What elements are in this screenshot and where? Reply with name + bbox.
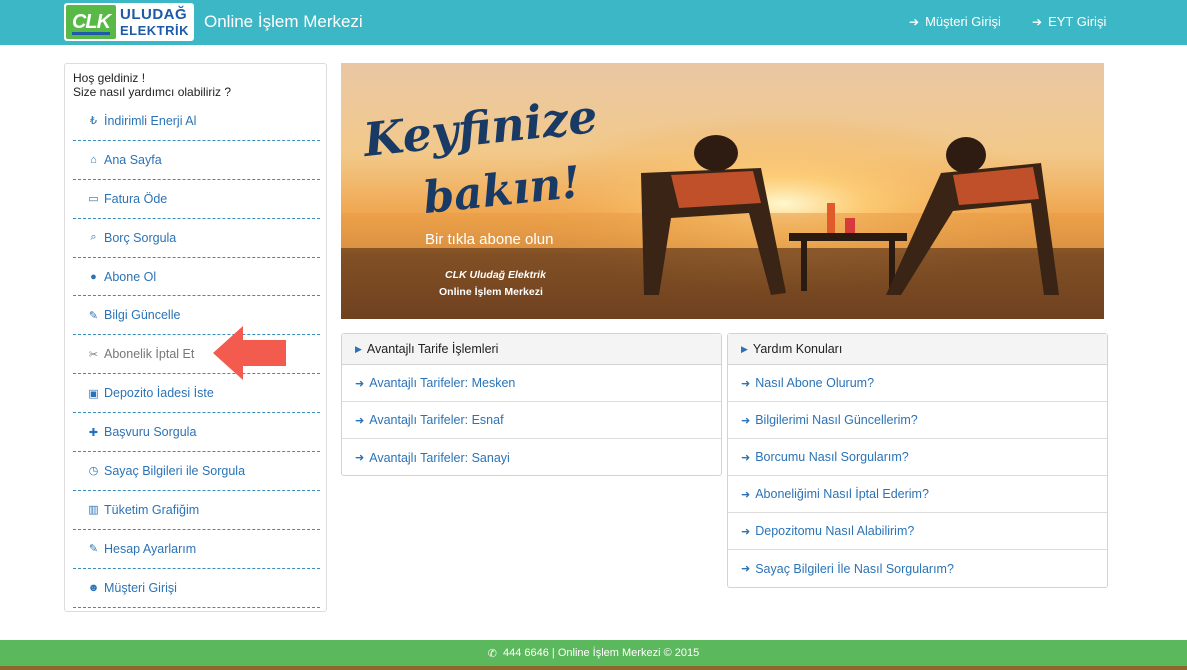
- sign-in-icon: ➔: [909, 14, 920, 29]
- help-link-guncelle[interactable]: ➜ Bilgilerimi Nasıl Güncellerim?: [728, 402, 1107, 439]
- sidebar-item-label: Sayaç Bilgileri ile Sorgula: [104, 463, 246, 478]
- scissors-icon: ✂: [88, 348, 99, 361]
- arrow-right-icon: ➜: [741, 488, 751, 501]
- logo-text-elektrik: ELEKTRİK: [120, 23, 189, 38]
- red-arrow-icon: [213, 326, 286, 380]
- tarife-link-mesken[interactable]: ➜ Avantajlı Tarifeler: Mesken: [342, 365, 721, 402]
- help-link-label: Aboneliğimi Nasıl İptal Ederim?: [755, 487, 929, 501]
- help-link-label: Depozitomu Nasıl Alabilirim?: [755, 524, 915, 538]
- sidebar-item-hesap-ayarlari[interactable]: ✎ Hesap Ayarlarım: [73, 530, 320, 569]
- arrow-right-icon: ➜: [741, 525, 751, 538]
- banner-subtitle: Bir tıkla abone olun: [425, 231, 554, 248]
- sidebar-item-label: Hesap Ayarlarım: [104, 541, 197, 556]
- bar-chart-icon: ▥: [88, 504, 99, 517]
- tarife-link-label: Avantajlı Tarifeler: Mesken: [369, 376, 516, 390]
- tarife-panel-title: Avantajlı Tarife İşlemleri: [366, 342, 499, 356]
- customer-login-label: Müşteri Girişi: [925, 14, 1001, 29]
- tarife-link-esnaf[interactable]: ➜ Avantajlı Tarifeler: Esnaf: [342, 402, 721, 439]
- banner-brand-line-2: Online İşlem Merkezi: [439, 286, 543, 298]
- arrow-right-icon: ➜: [355, 452, 365, 464]
- money-icon: ▣: [88, 387, 99, 400]
- sidebar-item-label: Müşteri Girişi: [104, 580, 177, 595]
- arrow-right-icon: ➜: [355, 414, 365, 427]
- sidebar-item-abone-ol[interactable]: ● Abone Ol: [73, 258, 320, 297]
- arrow-right-icon: ➜: [741, 451, 751, 464]
- lira-icon: ₺: [90, 115, 97, 128]
- help-panel-title: Yardım Konuları: [752, 342, 843, 356]
- user-plus-icon: ✚: [88, 426, 99, 439]
- caret-right-icon: ▶: [355, 343, 362, 354]
- sidebar-item-tuketim-grafigi[interactable]: ▥ Tüketim Grafiğim: [73, 491, 320, 530]
- clock-icon: ◷: [88, 465, 99, 478]
- tarife-link-label: Avantajlı Tarifeler: Sanayi: [369, 450, 510, 465]
- sidebar-item-label: Tüketim Grafiğim: [104, 502, 200, 517]
- greeting-line-2: Size nasıl yardımcı olabiliriz ?: [73, 85, 232, 99]
- help-link-sayac[interactable]: ➜ Sayaç Bilgileri İle Nasıl Sorgularım?: [728, 550, 1107, 587]
- sidebar-item-label: İndirimli Enerji Al: [104, 113, 197, 128]
- globe-icon: ●: [90, 270, 97, 283]
- sidebar-item-ana-sayfa[interactable]: ⌂ Ana Sayfa: [73, 141, 320, 180]
- help-panel-header: ▶ Yardım Konuları: [728, 334, 1107, 365]
- eyt-login-label: EYT Girişi: [1048, 14, 1107, 29]
- edit-icon: ✎: [88, 309, 99, 322]
- help-link-label: Borcumu Nasıl Sorgularım?: [755, 450, 909, 464]
- sidebar-item-label: Başvuru Sorgula: [104, 425, 197, 440]
- arrow-right-icon: ➜: [741, 377, 751, 390]
- greeting: Hoş geldiniz ! Size nasıl yardımcı olabi…: [73, 71, 231, 99]
- sidebar-item-basvuru-sorgula[interactable]: ✚ Başvuru Sorgula: [73, 413, 320, 453]
- tarife-panel-header: ▶ Avantajlı Tarife İşlemleri: [342, 334, 721, 365]
- help-link-abone[interactable]: ➜ Nasıl Abone Olurum?: [728, 365, 1107, 402]
- sidebar-item-label: Fatura Öde: [104, 191, 168, 206]
- help-link-borc[interactable]: ➜ Borcumu Nasıl Sorgularım?: [728, 439, 1107, 476]
- edit-icon: ✎: [88, 543, 99, 556]
- credit-card-icon: ▭: [88, 193, 99, 206]
- sidebar-item-borc-sorgula[interactable]: ⌕ Borç Sorgula: [73, 219, 320, 258]
- footer-bar: ✆ 444 6646 | Online İşlem Merkezi © 2015: [0, 640, 1187, 666]
- site-title[interactable]: Online İşlem Merkezi: [204, 12, 363, 32]
- tarife-panel: ▶ Avantajlı Tarife İşlemleri ➜ Avantajlı…: [341, 333, 722, 476]
- logo-text-uludag: ULUDAĞ: [120, 6, 188, 23]
- sidebar-item-label: Bilgi Güncelle: [104, 308, 181, 323]
- sidebar-item-label: Depozito İadesi İste: [104, 386, 214, 401]
- help-link-depozito[interactable]: ➜ Depozitomu Nasıl Alabilirim?: [728, 513, 1107, 550]
- top-navbar: CLK ULUDAĞ ELEKTRİK Online İşlem Merkezi…: [0, 0, 1187, 45]
- users-icon: ☻: [87, 581, 100, 594]
- help-link-iptal[interactable]: ➜ Aboneliğimi Nasıl İptal Ederim?: [728, 476, 1107, 513]
- eyt-login-link[interactable]: ➔ EYT Girişi: [1032, 14, 1106, 29]
- caret-right-icon: ▶: [741, 343, 748, 354]
- sidebar-item-label: Abone Ol: [104, 269, 157, 284]
- sidebar-item-label: Abonelik İptal Et: [104, 347, 195, 362]
- promo-banner[interactable]: Keyfinize bakın! Bir tıkla abone olun CL…: [341, 63, 1104, 319]
- help-link-label: Sayaç Bilgileri İle Nasıl Sorgularım?: [755, 561, 954, 576]
- sidebar-item-label: Ana Sayfa: [104, 152, 162, 167]
- sidebar-item-indirimli-enerji[interactable]: ₺ İndirimli Enerji Al: [73, 102, 320, 141]
- help-link-label: Nasıl Abone Olurum?: [755, 376, 875, 390]
- banner-brand-line-1: CLK Uludağ Elektrik: [445, 269, 546, 281]
- arrow-right-icon: ➜: [741, 563, 751, 575]
- sidebar-menu-panel: Hoş geldiniz ! Size nasıl yardımcı olabi…: [64, 63, 327, 612]
- tarife-link-label: Avantajlı Tarifeler: Esnaf: [369, 413, 504, 427]
- clk-uludag-logo[interactable]: CLK ULUDAĞ ELEKTRİK: [64, 3, 194, 41]
- home-icon: ⌂: [90, 153, 97, 166]
- phone-icon: ✆: [487, 647, 497, 660]
- arrow-right-icon: ➜: [355, 377, 365, 390]
- logo-clk-mark: CLK: [66, 5, 116, 39]
- search-icon: ⌕: [90, 231, 97, 244]
- arrow-right-icon: ➜: [741, 414, 751, 427]
- footer-text: 444 6646 | Online İşlem Merkezi © 2015: [502, 647, 700, 659]
- sidebar-item-musteri-girisi[interactable]: ☻ Müşteri Girişi: [73, 569, 320, 608]
- tarife-link-sanayi[interactable]: ➜ Avantajlı Tarifeler: Sanayi: [342, 439, 721, 476]
- sidebar-item-fatura-ode[interactable]: ▭ Fatura Öde: [73, 180, 320, 219]
- help-link-label: Bilgilerimi Nasıl Güncellerim?: [755, 413, 918, 427]
- help-topics-panel: ▶ Yardım Konuları ➜ Nasıl Abone Olurum? …: [727, 333, 1108, 588]
- customer-login-link[interactable]: ➔ Müşteri Girişi: [909, 14, 1001, 29]
- sign-in-icon: ➔: [1032, 14, 1043, 29]
- sidebar-item-label: Borç Sorgula: [104, 230, 177, 245]
- greeting-line-1: Hoş geldiniz !: [73, 71, 146, 85]
- sidebar-item-sayac-sorgula[interactable]: ◷ Sayaç Bilgileri ile Sorgula: [73, 452, 320, 491]
- footer-strip: [0, 666, 1187, 670]
